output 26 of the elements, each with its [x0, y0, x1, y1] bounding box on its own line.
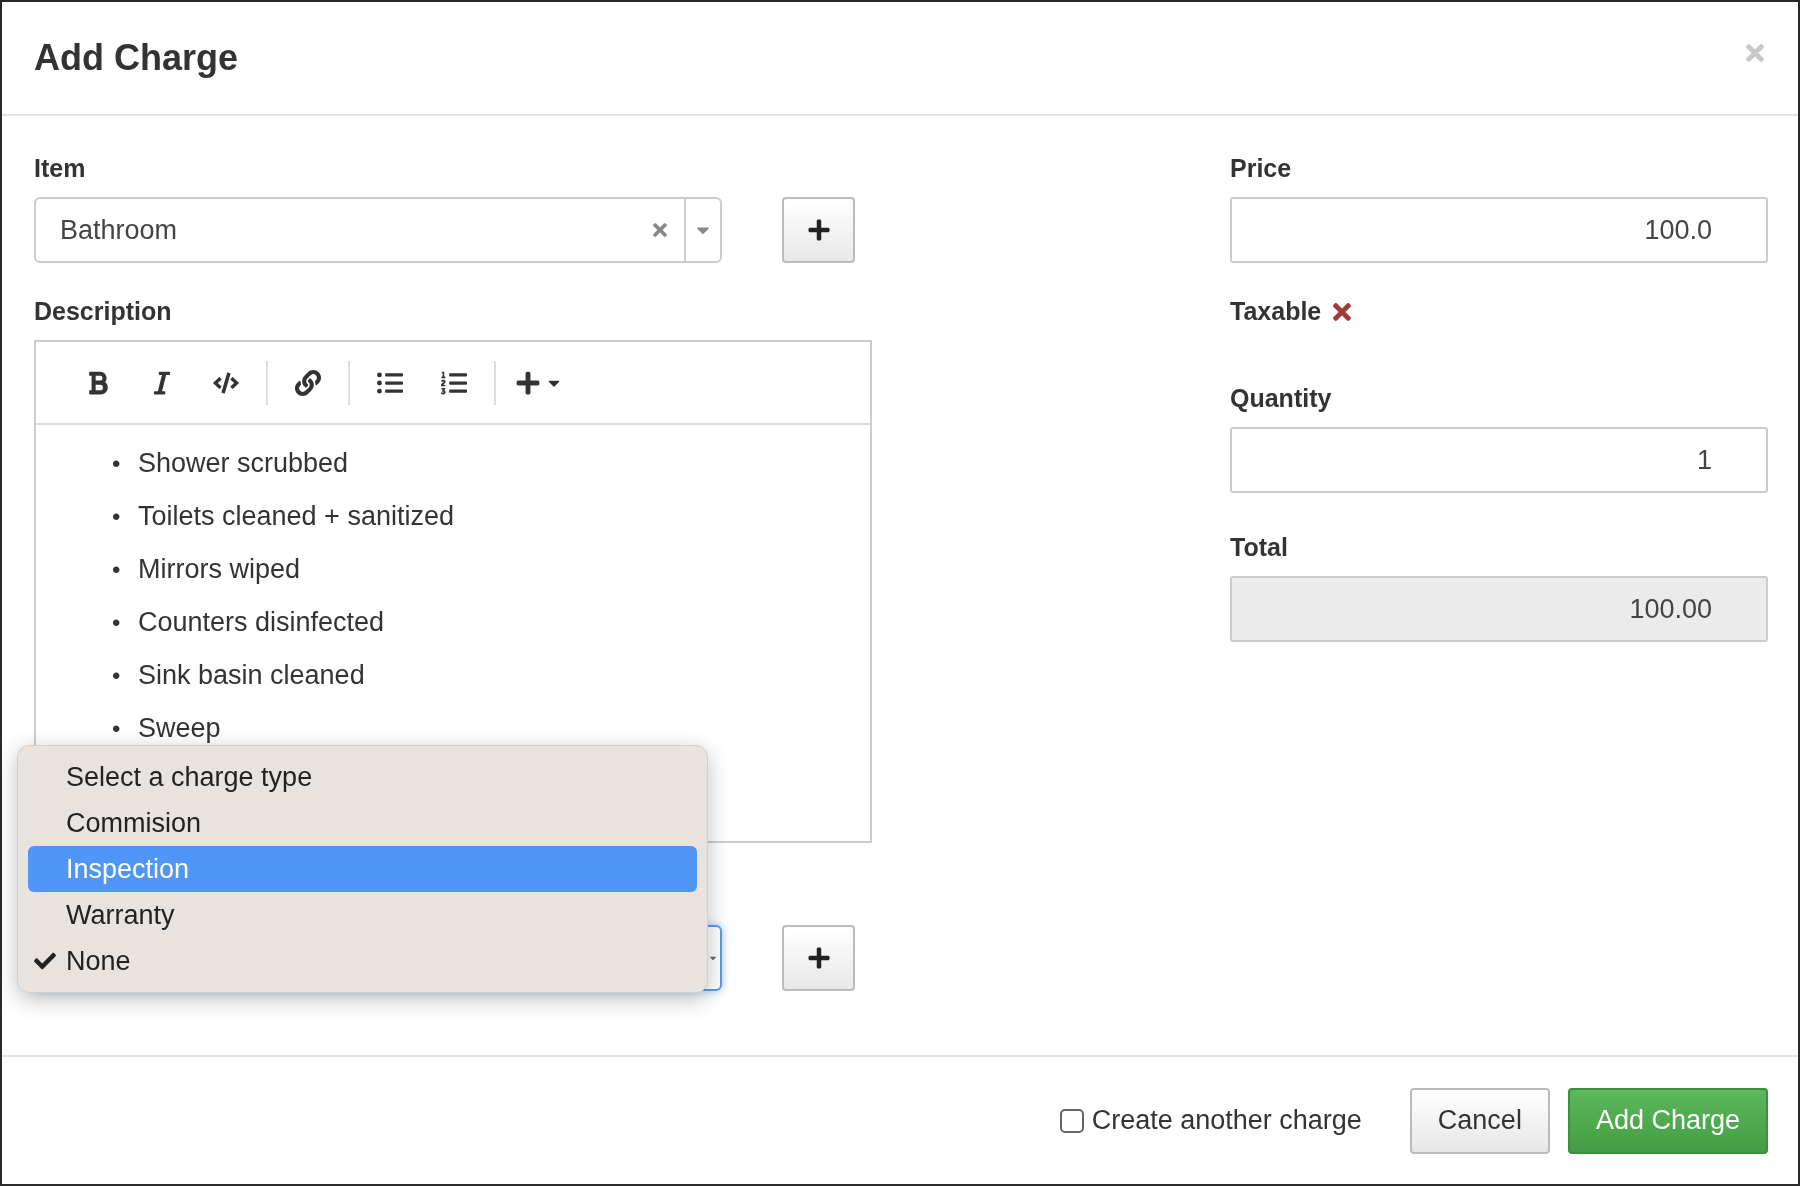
list-item: Sweep [138, 712, 221, 745]
bullet: • [112, 663, 122, 688]
price-field[interactable]: 100.0 [1230, 197, 1768, 263]
checkbox-label: Create another charge [1091, 1105, 1362, 1136]
menu-option[interactable]: None [28, 938, 697, 984]
list-item: Mirrors wiped [138, 553, 301, 586]
field-label: Item [34, 154, 87, 183]
field-label: Description [34, 297, 173, 326]
menu-option[interactable]: Warranty [28, 892, 697, 938]
field-label: Price [1230, 154, 1293, 183]
cancel-button[interactable]: Cancel [1409, 1087, 1550, 1154]
field-label: Total [1230, 533, 1289, 562]
bullet: • [112, 716, 122, 741]
bullet: • [112, 451, 122, 476]
bullet: • [112, 557, 122, 582]
bullet: • [112, 610, 122, 635]
item-select[interactable]: Bathroom [34, 197, 722, 263]
list-item: Counters disinfected [138, 606, 385, 639]
list-item: Toilets cleaned + sanitized [138, 500, 454, 533]
list-item: Shower scrubbed [138, 447, 349, 480]
list-item: Sink basin cleaned [138, 659, 365, 692]
bullet: • [112, 504, 122, 529]
quantity-field[interactable]: 1 [1230, 427, 1768, 493]
dialog-title: Add Charge [34, 37, 238, 79]
field-label: Taxable [1230, 297, 1322, 326]
field-label: Quantity [1230, 384, 1333, 413]
